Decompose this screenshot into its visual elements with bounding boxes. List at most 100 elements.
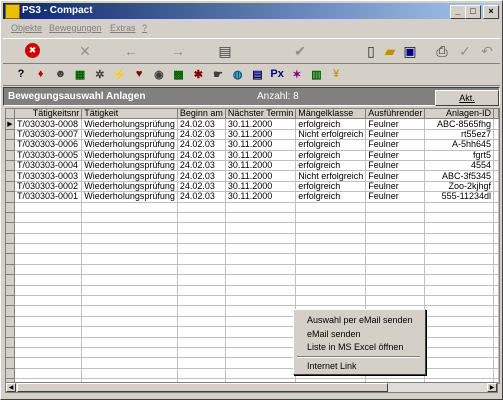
eye-icon[interactable]: ◉ [151, 66, 167, 82]
table-row[interactable]: T/030303-0001 Wiederholungsprüfung 24.02.0… [6, 191, 499, 203]
row-selector[interactable] [6, 160, 16, 172]
printer-icon[interactable]: ⎙ [432, 41, 452, 61]
row-selector[interactable] [6, 129, 16, 141]
row-selector[interactable] [6, 264, 16, 276]
column-header[interactable]: Beginn am [177, 109, 226, 120]
table-cell [81, 264, 178, 276]
print-icon[interactable]: ▤ [215, 41, 235, 61]
bulb-icon[interactable]: ¥ [328, 66, 344, 82]
stop-icon[interactable]: ✖ [25, 43, 40, 58]
help-icon[interactable]: ? [13, 66, 29, 82]
check-icon[interactable]: ✔ [290, 41, 310, 61]
empty-row [6, 243, 499, 255]
row-selector[interactable] [6, 222, 16, 234]
table-row[interactable]: T/030303-0002 Wiederholungsprüfung 24.02.0… [6, 181, 499, 193]
edit-check-icon[interactable]: ✓ [455, 41, 475, 61]
table-cell: 30.11.2000 [225, 129, 297, 141]
heart-icon[interactable]: ♥ [131, 66, 147, 82]
folder-open-icon[interactable]: ▰ [380, 41, 400, 61]
row-selector[interactable] [6, 347, 16, 359]
table-icon[interactable]: ▦ [72, 66, 88, 82]
column-header[interactable]: Nächster Termin [225, 109, 297, 120]
table-row[interactable]: T/030303-0004 Wiederholungsprüfung 24.02.0… [6, 160, 499, 172]
row-selector[interactable] [6, 170, 16, 182]
table-row[interactable]: T/030303-0007 Wiederholungsprüfung 24.02.0… [6, 129, 499, 141]
row-selector[interactable] [6, 274, 16, 286]
row-selector[interactable] [6, 243, 16, 255]
minimize-button[interactable]: _ [450, 5, 466, 19]
row-selector[interactable] [6, 357, 16, 369]
settings-icon[interactable]: ✶ [289, 66, 305, 82]
table-cell [14, 285, 83, 297]
close-button[interactable]: × [483, 5, 499, 19]
scroll-right-icon[interactable]: ▶ [487, 383, 497, 392]
ctx-internet-link[interactable]: Internet Link [307, 361, 357, 371]
arrow-left-icon[interactable]: ← [121, 41, 141, 61]
table-cell [225, 243, 297, 255]
table-cell [295, 253, 367, 265]
horizontal-scrollbar[interactable]: ◀ ▶ [5, 382, 498, 393]
window-icon[interactable]: ▣ [400, 41, 420, 61]
column-header[interactable]: Ausführender [365, 109, 426, 120]
person-icon[interactable]: ☻ [52, 66, 68, 82]
menu-objekte[interactable]: Objekte [11, 23, 42, 33]
table-cell [225, 202, 297, 213]
table-cell [81, 243, 178, 255]
table-cell [225, 357, 297, 369]
arrow-right-icon[interactable]: → [168, 41, 188, 61]
row-selector[interactable] [6, 191, 16, 203]
tool-icon[interactable]: ✱ [190, 66, 206, 82]
scroll-left-icon[interactable]: ◀ [6, 383, 16, 392]
row-selector[interactable] [6, 368, 16, 380]
cancel-icon[interactable]: ✕ [75, 41, 95, 61]
wand-icon[interactable]: ⚡ [112, 66, 128, 82]
hand-icon[interactable]: ☛ [210, 66, 226, 82]
row-selector[interactable] [6, 202, 16, 213]
row-selector[interactable] [6, 150, 16, 161]
document-icon[interactable]: ▯ [361, 41, 381, 61]
table-cell [177, 212, 226, 224]
maximize-button[interactable]: □ [465, 5, 481, 19]
menu-bewegungen[interactable]: Bewegungen [49, 23, 102, 33]
row-selector[interactable] [6, 139, 16, 151]
menu-help[interactable]: ? [142, 23, 147, 33]
badge-icon[interactable]: Px [269, 66, 285, 82]
scroll-thumb[interactable] [17, 383, 388, 392]
grid-icon[interactable]: ▩ [171, 66, 187, 82]
row-selector[interactable] [6, 295, 16, 307]
row-selector[interactable] [6, 233, 16, 245]
menu-extras[interactable]: Extras [110, 23, 136, 33]
table-cell: 30.11.2000 [225, 118, 297, 130]
row-selector[interactable] [6, 337, 16, 349]
table-row[interactable]: T/030303-0006 Wiederholungsprüfung 24.02.0… [6, 139, 499, 151]
row-selector[interactable] [6, 305, 16, 317]
table-cell [14, 212, 83, 224]
ctx-open-excel[interactable]: Liste in MS Excel öffnen [307, 342, 403, 352]
column-header[interactable]: Tätigkeit [81, 109, 178, 120]
row-selector[interactable] [6, 316, 16, 328]
undo-icon[interactable]: ↶ [477, 41, 497, 61]
column-header[interactable]: Mängelklasse [295, 109, 367, 120]
ctx-send-email[interactable]: eMail senden [307, 329, 361, 339]
globe-icon[interactable]: ◍ [230, 66, 246, 82]
column-header[interactable]: Tätigkeitsnr [14, 109, 83, 120]
table-cell [14, 243, 83, 255]
row-selector[interactable]: ▶ [6, 118, 16, 130]
ctx-send-selection-email[interactable]: Auswahl per eMail senden [307, 315, 413, 325]
gear-icon[interactable]: ✲ [92, 66, 108, 82]
users-icon[interactable]: ♦ [33, 66, 49, 82]
column-header[interactable]: Anlagen-ID [424, 109, 494, 120]
row-selector[interactable] [6, 212, 16, 224]
table-cell: T/030303-0007 [14, 129, 83, 141]
list-icon[interactable]: ▥ [309, 66, 325, 82]
table-cell: 24.02.03 [177, 129, 226, 141]
table-row[interactable]: T/030303-0003 Wiederholungsprüfung 24.02.0… [6, 170, 499, 182]
row-selector[interactable] [6, 285, 16, 297]
row-selector[interactable] [6, 181, 16, 193]
table-row[interactable]: T/030303-0005 Wiederholungsprüfung 24.02.0… [6, 150, 499, 161]
chart-icon[interactable]: ▤ [249, 66, 265, 82]
refresh-button[interactable]: Akt. [435, 90, 499, 106]
row-selector[interactable] [6, 326, 16, 338]
table-row[interactable]: ▶ T/030303-0008 Wiederholungsprüfung 24.02.… [6, 118, 499, 130]
row-selector[interactable] [6, 253, 16, 265]
